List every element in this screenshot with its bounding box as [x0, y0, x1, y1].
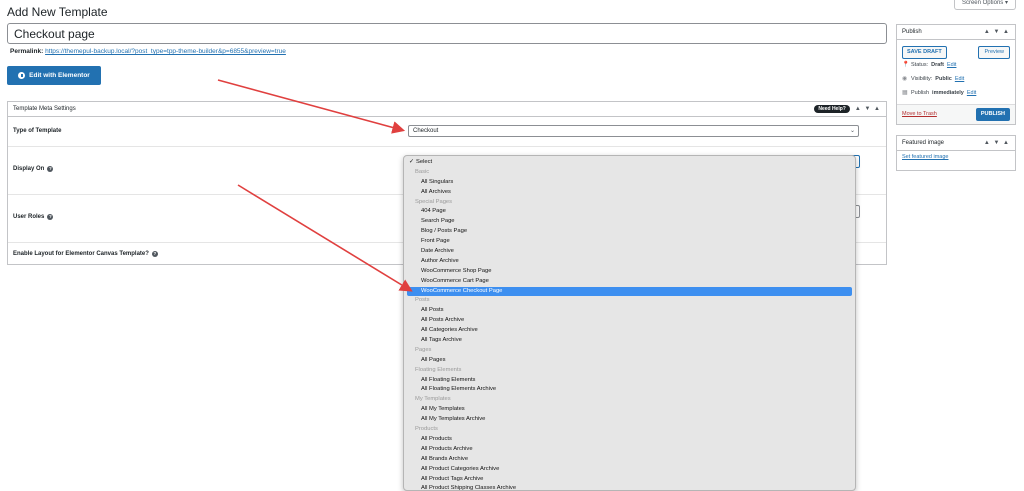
- box-controls-icons[interactable]: ▲ ▼ ▲: [984, 29, 1010, 35]
- dropdown-group-label: Basic: [415, 168, 430, 175]
- box-controls-icons[interactable]: ▲ ▼ ▲: [984, 140, 1010, 146]
- publish-box-header: Publish ▲ ▼ ▲: [897, 25, 1015, 40]
- move-to-trash-link[interactable]: Move to Trash: [902, 111, 937, 117]
- dropdown-option[interactable]: All Posts Archive: [404, 316, 855, 326]
- set-featured-image-link[interactable]: Set featured image: [902, 154, 948, 160]
- pin-icon: 📍: [902, 62, 910, 68]
- dropdown-option[interactable]: All My Templates: [404, 405, 855, 415]
- save-draft-button[interactable]: SAVE DRAFT: [902, 46, 947, 59]
- chevron-down-icon: ⌄: [849, 128, 855, 134]
- dropdown-option[interactable]: All Categories Archive: [404, 326, 855, 336]
- elementor-icon: [18, 72, 26, 79]
- checkmark-icon: ✓: [409, 159, 414, 165]
- type-of-template-select[interactable]: Checkout ⌄: [408, 125, 859, 137]
- dropdown-option[interactable]: Date Archive: [404, 247, 855, 257]
- dropdown-option[interactable]: All Product Categories Archive: [404, 465, 855, 475]
- preview-button[interactable]: Preview: [978, 46, 1010, 59]
- edit-publish-date-link[interactable]: Edit: [967, 90, 976, 96]
- featured-image-header: Featured image ▲ ▼ ▲: [897, 136, 1015, 151]
- help-icon[interactable]: ?: [151, 251, 158, 257]
- status-row: 📍 Status: Draft Edit: [902, 62, 957, 68]
- edit-with-elementor-label: Edit with Elementor: [29, 72, 90, 79]
- dropdown-option[interactable]: Front Page: [404, 237, 855, 247]
- dropdown-option[interactable]: All My Templates Archive: [404, 415, 855, 425]
- meta-box-header: Template Meta Settings Need Help? ▲ ▼ ▲: [8, 102, 886, 117]
- display-on-dropdown[interactable]: ✓ Select Basic All Singulars All Archives Sp…: [403, 155, 856, 491]
- dropdown-option[interactable]: All Floating Elements: [404, 376, 855, 386]
- dropdown-option[interactable]: WooCommerce Checkout Page: [407, 286, 852, 297]
- featured-image-box: Featured image ▲ ▼ ▲ Set featured image: [896, 135, 1016, 171]
- publish-box: Publish ▲ ▼ ▲ SAVE DRAFT Preview 📍 Statu…: [896, 24, 1016, 125]
- dropdown-option[interactable]: All Brands Archive: [404, 455, 855, 465]
- dropdown-option[interactable]: All Product Shipping Classes Archive: [404, 484, 855, 490]
- box-controls-icons[interactable]: ▲ ▼ ▲: [855, 106, 881, 112]
- dropdown-option-selected[interactable]: ✓ Select: [404, 158, 855, 168]
- dropdown-option[interactable]: All Product Tags Archive: [404, 475, 855, 485]
- dropdown-group-label: Special Pages: [415, 198, 453, 205]
- visibility-row: ◉ Visibility: Public Edit: [902, 76, 965, 82]
- need-help-button[interactable]: Need Help?: [814, 105, 850, 113]
- publish-date-row: ▦ Publish immediately Edit: [902, 90, 977, 96]
- help-icon[interactable]: ?: [47, 166, 54, 172]
- permalink: Permalink: https://themepul-backup.local…: [10, 48, 286, 55]
- dropdown-option[interactable]: Search Page: [404, 217, 855, 227]
- permalink-url-link[interactable]: https://themepul-backup.local/?post_type…: [45, 48, 286, 55]
- dropdown-option[interactable]: All Tags Archive: [404, 336, 855, 346]
- publish-actions: Move to Trash PUBLISH: [897, 104, 1015, 124]
- dropdown-option[interactable]: Author Archive: [404, 257, 855, 267]
- dropdown-option[interactable]: All Archives: [404, 188, 855, 198]
- permalink-label: Permalink:: [10, 48, 44, 55]
- screen-options-button[interactable]: Screen Options ▾: [953, 0, 1016, 10]
- dropdown-group-label: Products: [415, 426, 438, 433]
- post-title-input[interactable]: Checkout page: [7, 23, 887, 44]
- publish-button[interactable]: PUBLISH: [975, 108, 1010, 121]
- dropdown-group-label: My Templates: [415, 396, 451, 403]
- dropdown-option[interactable]: All Floating Elements Archive: [404, 385, 855, 395]
- type-of-template-label: Type of Template: [13, 128, 62, 134]
- dropdown-option[interactable]: Blog / Posts Page: [404, 227, 855, 237]
- dropdown-option[interactable]: All Products: [404, 435, 855, 445]
- dropdown-option[interactable]: WooCommerce Shop Page: [404, 267, 855, 277]
- dropdown-option[interactable]: All Products Archive: [404, 445, 855, 455]
- type-of-template-row: Type of Template Checkout ⌄: [8, 117, 886, 147]
- dropdown-option[interactable]: All Singulars: [404, 178, 855, 188]
- edit-with-elementor-button[interactable]: Edit with Elementor: [7, 66, 101, 85]
- dropdown-group-label: Floating Elements: [415, 366, 462, 373]
- page-title: Add New Template: [7, 5, 108, 19]
- help-icon[interactable]: ?: [47, 214, 54, 220]
- user-roles-label: User Roles ?: [13, 214, 54, 220]
- dropdown-group-label: Pages: [415, 346, 432, 353]
- meta-box-title: Template Meta Settings: [13, 106, 76, 112]
- eye-icon: ◉: [902, 76, 908, 82]
- dropdown-option[interactable]: 404 Page: [404, 207, 855, 217]
- edit-visibility-link[interactable]: Edit: [955, 76, 964, 82]
- calendar-icon: ▦: [902, 90, 908, 96]
- dropdown-group-label: Posts: [415, 297, 430, 304]
- dropdown-option[interactable]: All Posts: [404, 306, 855, 316]
- elementor-canvas-label: Enable Layout for Elementor Canvas Templ…: [13, 251, 158, 257]
- dropdown-option[interactable]: All Pages: [404, 356, 855, 366]
- display-on-label: Display On ?: [13, 166, 54, 172]
- dropdown-option[interactable]: WooCommerce Cart Page: [404, 277, 855, 287]
- edit-status-link[interactable]: Edit: [947, 62, 956, 68]
